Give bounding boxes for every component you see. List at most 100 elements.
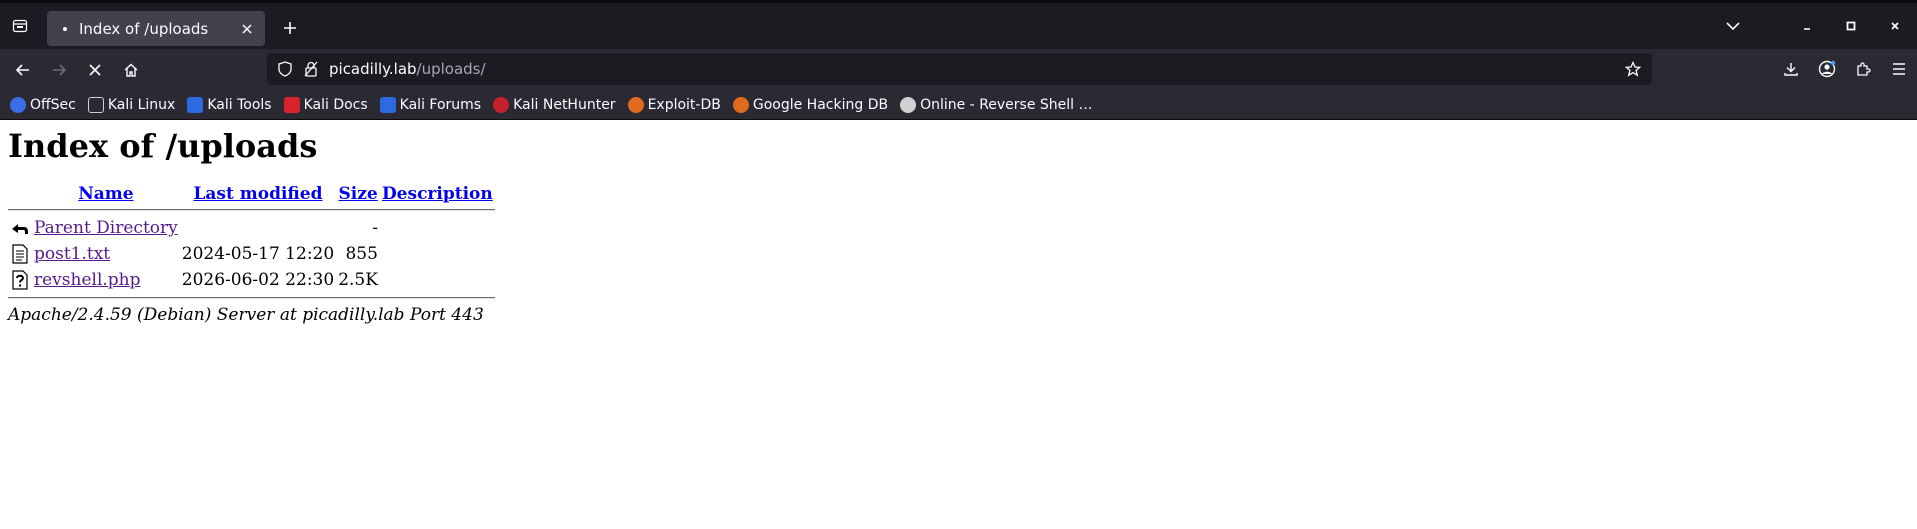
divider (8, 297, 495, 299)
tab-bar: Index of /uploads (0, 0, 1917, 49)
modified-cell: 2026-06-02 22:30 (181, 270, 335, 290)
active-tab[interactable]: Index of /uploads (47, 11, 265, 46)
extensions-icon[interactable] (1845, 53, 1881, 85)
forward-icon[interactable] (46, 57, 72, 83)
icon-cell (8, 215, 32, 241)
url-path: /uploads/ (416, 60, 486, 78)
menu-icon[interactable] (1881, 53, 1917, 85)
bookmark-label: Online - Reverse Shell … (920, 96, 1093, 113)
exploit-db-icon (627, 96, 644, 113)
bookmark-label: OffSec (30, 96, 76, 113)
toolbar-right (1773, 53, 1917, 85)
bookmark-kali-tools[interactable]: Kali Tools (187, 96, 272, 113)
bookmark-kali-docs[interactable]: Kali Docs (283, 96, 368, 113)
bookmark-label: Kali Forums (399, 96, 482, 113)
bookmark-google-hacking-db[interactable]: Google Hacking DB (732, 96, 889, 113)
window-controls (1711, 3, 1917, 49)
size-cell: - (372, 218, 378, 238)
modified-column-header[interactable]: Last modified (180, 183, 336, 205)
bookmark-kali-nethunter[interactable]: Kali NetHunter (493, 96, 616, 113)
separator-row (8, 293, 495, 303)
bookmark-label: Kali Tools (207, 96, 272, 113)
size-cell: 855 (345, 244, 378, 264)
kali-forums-icon (379, 96, 396, 113)
sort-by-modified-link[interactable]: Last modified (193, 184, 322, 204)
page-content: Index of /uploads Name Last modified Siz… (0, 127, 1917, 325)
stop-loading-icon[interactable] (82, 57, 108, 83)
close-tab-icon[interactable] (237, 19, 257, 39)
text-file-icon (12, 244, 28, 264)
kali-nethunter-icon (493, 96, 510, 113)
icon-cell (8, 267, 32, 293)
google-hacking-db-icon (732, 96, 749, 113)
description-cell (380, 241, 495, 267)
separator-row (8, 205, 495, 215)
sort-by-name-link[interactable]: Name (78, 184, 133, 204)
divider (8, 209, 495, 211)
back-icon[interactable] (10, 57, 36, 83)
table-row: Parent Directory - (8, 215, 495, 241)
maximize-icon[interactable] (1829, 11, 1873, 41)
file-link[interactable]: revshell.php (34, 270, 141, 290)
account-icon[interactable] (1809, 53, 1845, 85)
table-header-row: Name Last modified Size Description (8, 183, 495, 205)
loading-dot-icon (63, 26, 67, 31)
home-icon[interactable] (118, 57, 144, 83)
icon-cell (8, 241, 32, 267)
skull-icon (900, 96, 917, 113)
new-tab-icon[interactable] (279, 17, 301, 39)
name-cell: revshell.php (32, 267, 180, 293)
kali-dragon-icon (87, 96, 104, 113)
icon-column-header (8, 183, 32, 205)
unknown-file-icon (12, 270, 28, 290)
url-host: picadilly.lab (329, 60, 417, 78)
list-all-tabs-icon[interactable] (1711, 11, 1755, 41)
sort-by-size-link[interactable]: Size (338, 184, 377, 204)
downloads-icon[interactable] (1773, 53, 1809, 85)
server-signature: Apache/2.4.59 (Debian) Server at picadil… (8, 305, 484, 325)
tab-title: Index of /uploads (79, 19, 209, 38)
firefox-view-icon[interactable] (8, 14, 32, 38)
kali-docs-icon (283, 96, 300, 113)
bookmark-kali-linux[interactable]: Kali Linux (87, 96, 176, 113)
bookmark-offsec[interactable]: OffSec (10, 96, 76, 113)
description-cell (380, 215, 495, 241)
description-column-header[interactable]: Description (380, 183, 495, 205)
bookmark-kali-forums[interactable]: Kali Forums (379, 96, 482, 113)
description-cell (380, 267, 495, 293)
kali-tools-icon (187, 96, 204, 113)
insecure-lock-icon[interactable] (301, 59, 321, 79)
table-row: revshell.php 2026-06-02 22:30 2.5K (8, 267, 495, 293)
bookmark-label: Kali Linux (107, 96, 176, 113)
name-column-header[interactable]: Name (32, 183, 180, 205)
directory-listing-table: Name Last modified Size Description Pare… (8, 183, 495, 303)
bookmark-star-icon[interactable] (1620, 56, 1646, 82)
back-icon (12, 224, 28, 234)
bookmark-label: Kali NetHunter (513, 96, 616, 113)
bookmark-label: Google Hacking DB (752, 96, 889, 113)
name-cell: post1.txt (32, 241, 180, 267)
navigation-bar: picadilly.lab/uploads/ (0, 49, 1917, 90)
bookmark-label: Exploit-DB (647, 96, 721, 113)
bookmarks-toolbar: OffSec Kali Linux Kali Tools Kali Docs K… (0, 90, 1917, 120)
sort-by-description-link[interactable]: Description (382, 184, 493, 204)
url-text[interactable]: picadilly.lab/uploads/ (329, 60, 1620, 78)
table-row: post1.txt 2024-05-17 12:20 855 (8, 241, 495, 267)
bookmark-exploit-db[interactable]: Exploit-DB (627, 96, 721, 113)
file-link[interactable]: Parent Directory (34, 218, 178, 238)
page-title: Index of /uploads (8, 127, 318, 165)
offsec-icon (10, 96, 26, 113)
file-link[interactable]: post1.txt (34, 244, 110, 264)
name-cell: Parent Directory (32, 215, 180, 241)
minimize-icon[interactable] (1785, 11, 1829, 41)
tracking-protection-shield-icon[interactable] (275, 59, 295, 79)
url-bar[interactable]: picadilly.lab/uploads/ (267, 53, 1652, 85)
close-window-icon[interactable] (1873, 11, 1917, 41)
modified-cell: 2024-05-17 12:20 (181, 244, 335, 264)
size-column-header[interactable]: Size (336, 183, 380, 205)
bookmark-label: Kali Docs (303, 96, 368, 113)
size-cell: 2.5K (338, 270, 378, 290)
browser-chrome: Index of /uploads picadilly.lab/uploads/… (0, 0, 1917, 120)
modified-cell (180, 215, 336, 241)
bookmark-reverse-shell[interactable]: Online - Reverse Shell … (900, 96, 1093, 113)
